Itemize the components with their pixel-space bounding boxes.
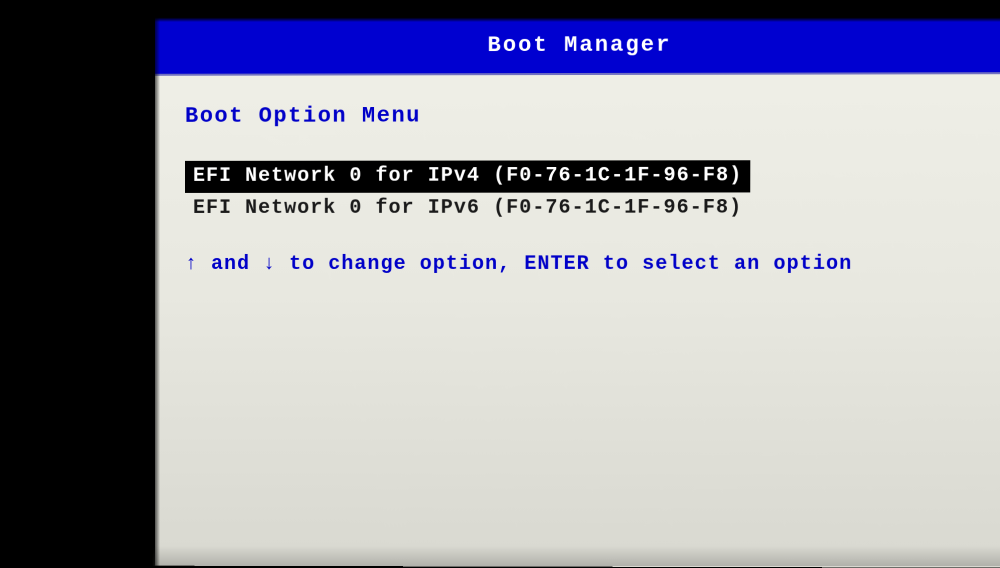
photo-vignette-left [0,0,160,566]
instruction-text: to change option, ENTER to select an opt… [276,253,852,276]
instruction-and: and [198,253,263,276]
menu-title: Boot Option Menu [185,103,976,129]
content-area: Boot Option Menu EFI Network 0 for IPv4 … [155,74,1000,304]
boot-option-label: EFI Network 0 for IPv4 (F0-76-1C-1F-96-F… [185,160,750,193]
navigation-instructions: ↑ and ↓ to change option, ENTER to selec… [185,253,976,276]
boot-options-list: EFI Network 0 for IPv4 (F0-76-1C-1F-96-F… [185,160,976,225]
page-title: Boot Manager [487,32,671,58]
bios-screen: Boot Manager Boot Option Menu EFI Networ… [155,16,1000,568]
boot-option-ipv6[interactable]: EFI Network 0 for IPv6 (F0-76-1C-1F-96-F… [185,192,976,225]
boot-option-ipv4[interactable]: EFI Network 0 for IPv4 (F0-76-1C-1F-96-F… [185,160,976,193]
down-arrow-icon: ↓ [263,253,276,276]
boot-option-label: EFI Network 0 for IPv6 (F0-76-1C-1F-96-F… [185,192,750,225]
up-arrow-icon: ↑ [185,253,198,276]
header-bar: Boot Manager [155,16,1000,76]
